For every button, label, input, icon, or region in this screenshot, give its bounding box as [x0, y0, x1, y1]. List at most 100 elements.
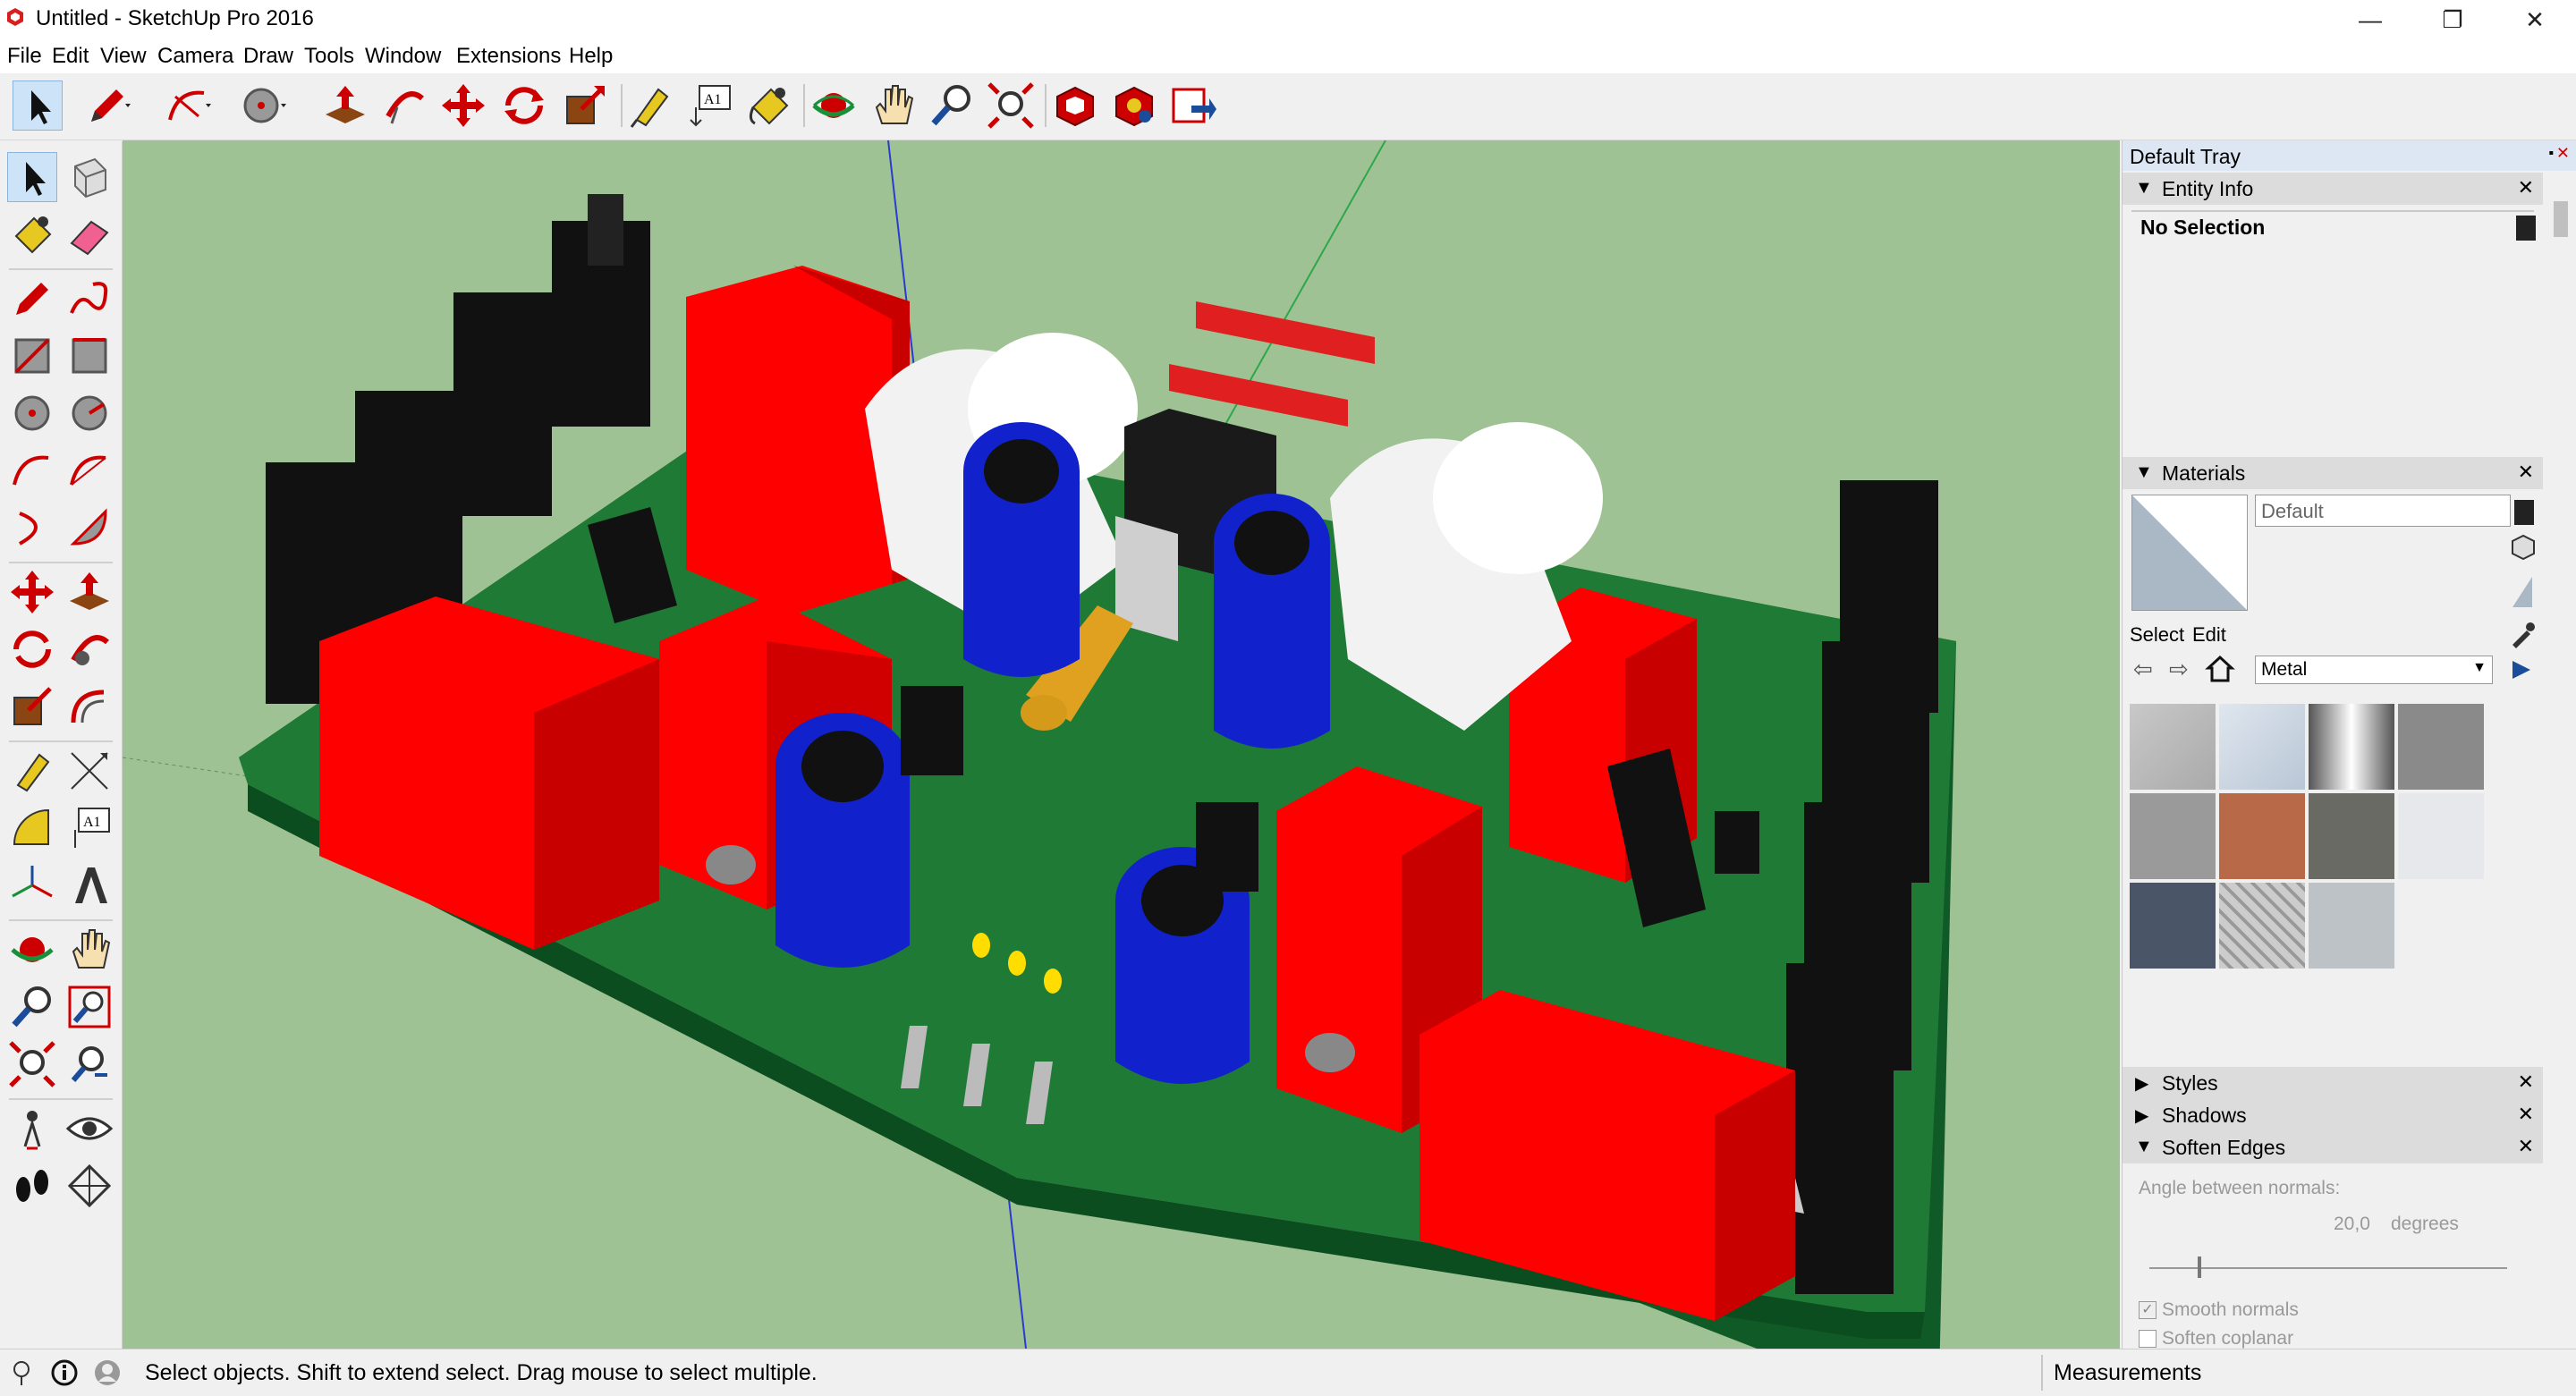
materials-header[interactable]: ▼ Materials ✕ — [2123, 457, 2543, 489]
material-library-select[interactable]: Metal ▼ — [2255, 656, 2493, 684]
left-scale-button[interactable] — [7, 681, 57, 732]
left-eraser-button[interactable] — [64, 209, 114, 259]
menu-camera[interactable]: Camera — [157, 44, 233, 69]
home-icon[interactable] — [2205, 654, 2235, 684]
forward-arrow-icon[interactable]: ⇨ — [2169, 656, 2196, 682]
eyedropper-icon[interactable] — [2509, 622, 2536, 648]
smooth-normals-checkbox[interactable]: ✓ — [2139, 1301, 2157, 1319]
menu-tools[interactable]: Tools — [304, 44, 354, 69]
follow-me-tool-button[interactable] — [379, 80, 429, 131]
left-section-plane-button[interactable] — [64, 1161, 114, 1211]
angle-slider[interactable] — [2149, 1267, 2507, 1269]
select-tool-button[interactable] — [13, 80, 63, 131]
tray-scrollbar[interactable] — [2550, 176, 2572, 1330]
tray-pin-icon[interactable]: ▪ — [2548, 146, 2554, 162]
pencil-tool-button[interactable] — [82, 80, 132, 131]
left-move-button[interactable] — [7, 567, 57, 617]
left-axes-button[interactable] — [7, 860, 57, 910]
menu-view[interactable]: View — [100, 44, 147, 69]
left-polygon-button[interactable] — [64, 388, 114, 438]
left-three-point-arc-button[interactable] — [7, 503, 57, 553]
rotate-tool-button[interactable] — [499, 80, 549, 131]
material-swatch[interactable] — [2309, 704, 2394, 790]
close-window-button[interactable]: ✕ — [2494, 0, 2576, 39]
sample-paint-icon[interactable] — [2509, 573, 2536, 609]
move-tool-button[interactable] — [438, 80, 488, 131]
soften-edges-header[interactable]: ▼ Soften Edges ✕ — [2123, 1131, 2543, 1163]
left-freehand-button[interactable] — [64, 274, 114, 324]
left-previous-view-button[interactable] — [64, 1039, 114, 1089]
left-position-camera-button[interactable] — [7, 1104, 57, 1154]
zoom-tool-button[interactable] — [927, 80, 977, 131]
left-rotated-rectangle-button[interactable] — [64, 331, 114, 381]
drawing-viewport[interactable] — [123, 140, 2120, 1349]
arc-tool-button[interactable] — [163, 80, 213, 131]
material-name-field[interactable]: Default — [2255, 495, 2511, 527]
left-circle-button[interactable] — [7, 388, 57, 438]
create-material-icon[interactable] — [2514, 500, 2534, 525]
material-swatch[interactable] — [2130, 793, 2216, 879]
paint-bucket-tool-button[interactable] — [744, 80, 794, 131]
pan-tool-button[interactable] — [868, 80, 918, 131]
soften-coplanar-checkbox[interactable] — [2139, 1330, 2157, 1348]
styles-header[interactable]: ▶ Styles ✕ — [2123, 1067, 2543, 1099]
left-rotate-button[interactable] — [7, 624, 57, 674]
left-select-button[interactable] — [7, 152, 57, 202]
details-arrow-icon[interactable] — [2509, 657, 2534, 682]
left-zoom-extents-button[interactable] — [7, 1039, 57, 1089]
materials-tab-edit[interactable]: Edit — [2192, 623, 2226, 647]
left-push-pull-button[interactable] — [64, 567, 114, 617]
left-walk-button[interactable] — [7, 1161, 57, 1211]
material-swatch[interactable] — [2219, 793, 2305, 879]
menu-help[interactable]: Help — [569, 44, 613, 69]
panel-close-icon[interactable]: ✕ — [2518, 176, 2534, 199]
material-swatch[interactable] — [2219, 883, 2305, 969]
left-two-point-arc-button[interactable] — [64, 445, 114, 495]
panel-close-icon[interactable]: ✕ — [2518, 461, 2534, 484]
measurements-input[interactable] — [2209, 1357, 2567, 1389]
left-protractor-button[interactable] — [7, 803, 57, 853]
back-arrow-icon[interactable]: ⇦ — [2133, 656, 2160, 682]
menu-file[interactable]: File — [7, 44, 42, 69]
left-tape-measure-button[interactable] — [7, 746, 57, 796]
menu-draw[interactable]: Draw — [243, 44, 293, 69]
left-offset-button[interactable] — [64, 681, 114, 732]
material-swatch[interactable] — [2130, 704, 2216, 790]
entity-info-header[interactable]: ▼ Entity Info ✕ — [2123, 173, 2543, 205]
material-swatch[interactable] — [2398, 793, 2484, 879]
material-swatch[interactable] — [2219, 704, 2305, 790]
3d-warehouse-button[interactable] — [1050, 80, 1100, 131]
info-icon[interactable] — [50, 1358, 79, 1387]
circle-tool-button[interactable] — [238, 80, 288, 131]
push-pull-tool-button[interactable] — [320, 80, 370, 131]
material-cube-icon[interactable] — [2509, 534, 2536, 561]
tape-measure-tool-button[interactable] — [626, 80, 676, 131]
material-swatch[interactable] — [2309, 793, 2394, 879]
left-orbit-button[interactable] — [7, 925, 57, 975]
material-swatch[interactable] — [2130, 883, 2216, 969]
left-dimension-button[interactable] — [64, 746, 114, 796]
text-tool-button[interactable]: A1 — [685, 80, 735, 131]
left-text-button[interactable]: A1 — [64, 803, 114, 853]
left-pencil-button[interactable] — [7, 274, 57, 324]
menu-edit[interactable]: Edit — [52, 44, 89, 69]
menu-extensions[interactable]: Extensions — [456, 44, 561, 69]
extension-warehouse-button[interactable] — [1109, 80, 1159, 131]
left-zoom-window-button[interactable] — [64, 982, 114, 1032]
left-pie-button[interactable] — [64, 503, 114, 553]
panel-close-icon[interactable]: ✕ — [2518, 1135, 2534, 1158]
angle-slider-handle[interactable] — [2198, 1256, 2201, 1278]
left-zoom-button[interactable] — [7, 982, 57, 1032]
material-swatch[interactable] — [2309, 883, 2394, 969]
left-component-button[interactable] — [64, 152, 114, 202]
menu-window[interactable]: Window — [365, 44, 441, 69]
geo-location-icon[interactable] — [7, 1358, 36, 1387]
left-follow-me-button[interactable] — [64, 624, 114, 674]
left-rectangle-button[interactable] — [7, 331, 57, 381]
panel-close-icon[interactable]: ✕ — [2518, 1070, 2534, 1094]
left-paint-bucket-button[interactable] — [7, 209, 57, 259]
left-3d-text-button[interactable] — [64, 860, 114, 910]
shadows-header[interactable]: ▶ Shadows ✕ — [2123, 1099, 2543, 1131]
left-pan-button[interactable] — [64, 925, 114, 975]
tray-close-icon[interactable]: ✕ — [2556, 144, 2570, 163]
